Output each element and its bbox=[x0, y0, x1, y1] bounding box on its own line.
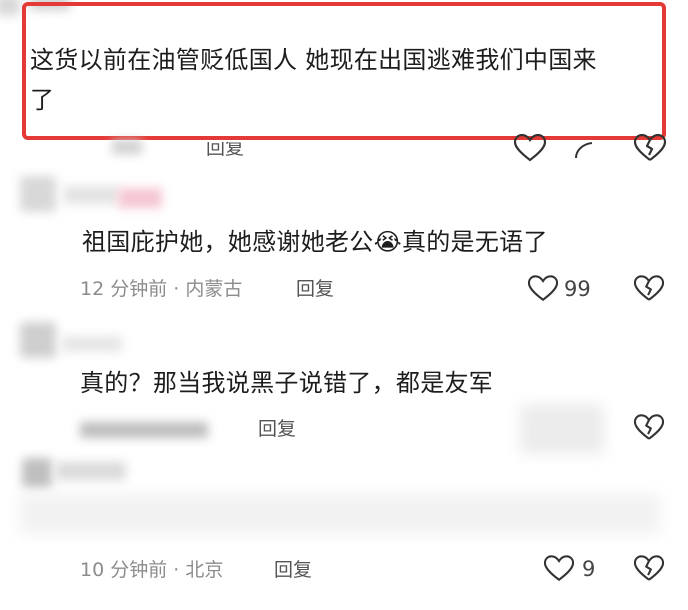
comment-2-like-count: 99 bbox=[564, 276, 591, 301]
comment-2-reply-button[interactable]: 回复 bbox=[296, 277, 334, 301]
comment-2-username-blurred bbox=[64, 186, 118, 204]
comment-1-line-2: 了 bbox=[30, 86, 55, 114]
comment-1-like-button[interactable] bbox=[514, 134, 546, 162]
broken-heart-icon bbox=[634, 414, 664, 440]
comment-4-text-blurred bbox=[20, 494, 660, 534]
comment-2-text-part1: 祖国庇护她，她感谢她老公 bbox=[82, 228, 374, 256]
avatar bbox=[0, 0, 20, 16]
comment-3-dislike-button[interactable] bbox=[634, 414, 664, 441]
broken-heart-icon bbox=[634, 555, 664, 581]
comment-1-dislike-button[interactable] bbox=[634, 134, 666, 162]
comment-2-time: 12 分钟前 bbox=[80, 278, 168, 300]
crying-laughing-emoji: 😭 bbox=[373, 228, 402, 256]
comment-4-like-count: 9 bbox=[582, 556, 596, 581]
comment-2-location: 内蒙古 bbox=[185, 278, 243, 300]
comment-4-username-blurred bbox=[56, 462, 126, 480]
comment-4-dislike-button[interactable] bbox=[634, 555, 664, 582]
comment-4-location: 北京 bbox=[185, 559, 224, 581]
comment-2-dislike-button[interactable] bbox=[634, 275, 664, 302]
comment-4-meta: 10 分钟前 · 北京 bbox=[80, 558, 223, 582]
heart-outline-icon bbox=[514, 134, 546, 162]
comment-1-text: 这货以前在油管贬低国人 她现在出国逃难我们中国来 了 bbox=[30, 40, 650, 120]
comment-4-avatar bbox=[22, 458, 52, 488]
heart-outline-icon bbox=[544, 555, 574, 582]
comment-3-username-blurred bbox=[62, 336, 122, 352]
comment-2-username-accent bbox=[118, 188, 162, 208]
comment-3-meta-blurred bbox=[80, 422, 208, 438]
comment-1-more-icon[interactable] bbox=[573, 140, 595, 160]
comment-4-time: 10 分钟前 bbox=[80, 559, 168, 581]
broken-heart-icon bbox=[634, 134, 666, 161]
curl-icon bbox=[575, 142, 593, 159]
comment-1-meta-blurred bbox=[112, 140, 142, 154]
comment-4-like-button[interactable]: 9 bbox=[544, 555, 595, 582]
comment-2-avatar bbox=[20, 176, 56, 212]
meta-separator: · bbox=[173, 559, 180, 581]
comment-4-reply-button[interactable]: 回复 bbox=[274, 558, 312, 582]
comment-2-text: 祖国庇护她，她感谢她老公😭真的是无语了 bbox=[82, 222, 548, 262]
comment-3-avatar bbox=[20, 322, 56, 358]
comment-2-like-button[interactable]: 99 bbox=[528, 275, 591, 302]
broken-heart-icon bbox=[634, 275, 664, 301]
comment-1-line-1: 这货以前在油管贬低国人 她现在出国逃难我们中国来 bbox=[30, 46, 597, 74]
comment-2-text-part2: 真的是无语了 bbox=[401, 228, 548, 256]
heart-outline-icon bbox=[528, 275, 558, 302]
comment-3-like-blurred bbox=[520, 404, 604, 454]
comment-2-meta: 12 分钟前 · 内蒙古 bbox=[80, 277, 242, 301]
comment-3-reply-button[interactable]: 回复 bbox=[258, 417, 296, 441]
comment-3-text: 真的？那当我说黑子说错了，都是友军 bbox=[80, 369, 494, 397]
meta-separator: · bbox=[173, 278, 180, 300]
